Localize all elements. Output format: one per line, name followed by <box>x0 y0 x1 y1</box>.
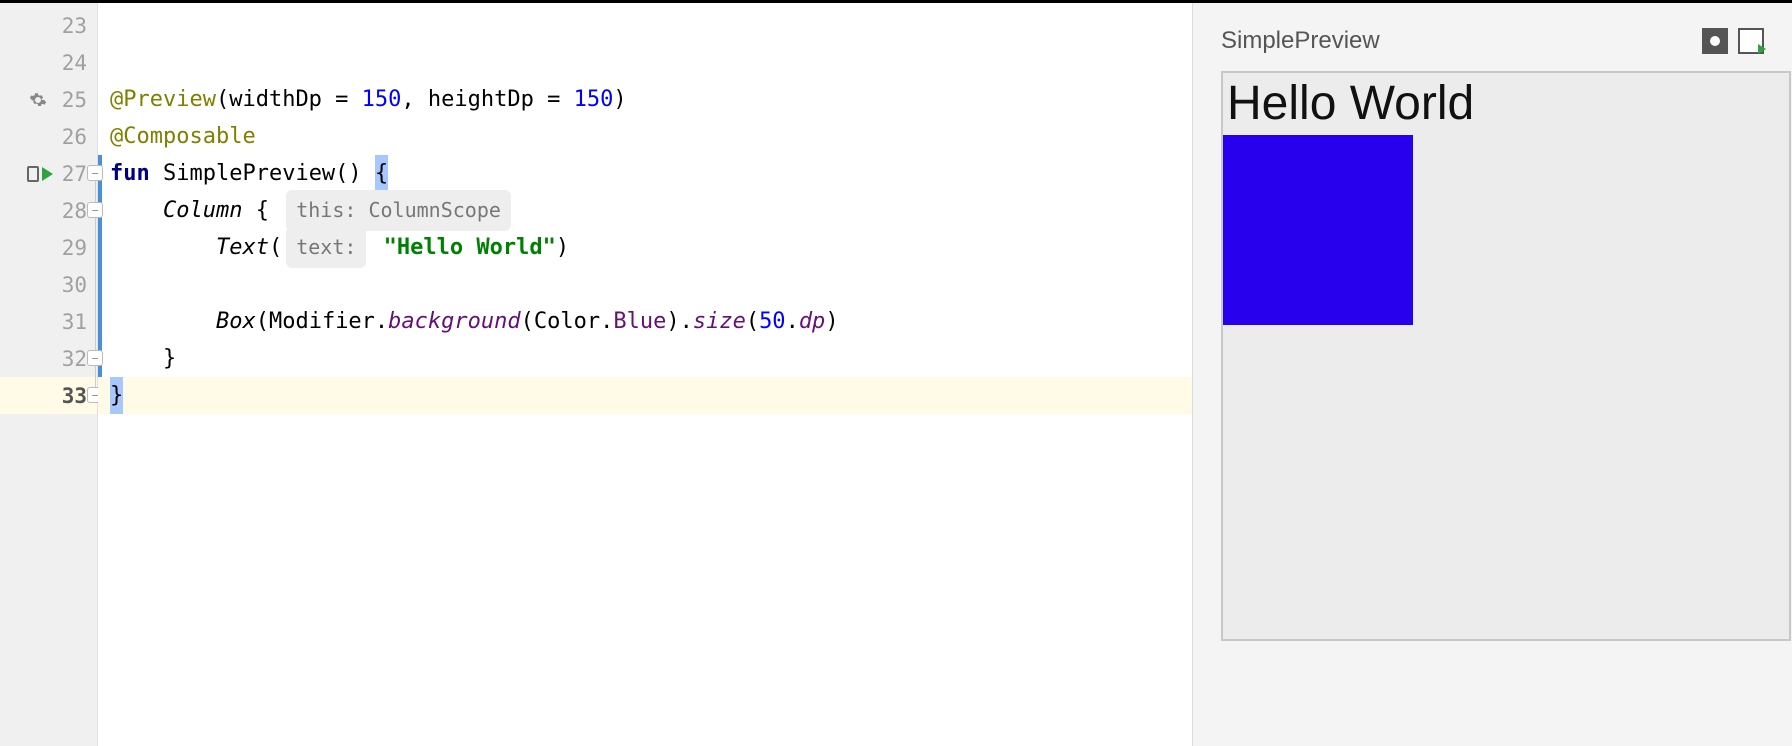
line-number: 23 <box>51 14 87 38</box>
matched-brace: { <box>375 155 388 192</box>
inlay-hint: this: ColumnScope <box>286 190 511 231</box>
editor-gutter: 23 24 25 26 27 28 29 30 31 32 33 <box>0 3 98 746</box>
line-number: 30 <box>51 273 87 297</box>
code-line[interactable]: fun SimplePreview() { <box>98 155 1192 192</box>
compose-preview-panel: SimplePreview Hello World <box>1192 3 1792 746</box>
code-line[interactable]: Box(Modifier.background(Color.Blue).size… <box>98 303 1192 340</box>
line-number: 28 <box>51 199 87 223</box>
code-editor[interactable]: 23 24 25 26 27 28 29 30 31 32 33 − − − −… <box>0 3 1192 746</box>
code-line[interactable]: Text(text: "Hello World") <box>98 229 1192 266</box>
interactive-preview-icon[interactable] <box>1702 28 1728 54</box>
code-line[interactable] <box>98 7 1192 44</box>
line-number: 32 <box>51 347 87 371</box>
code-line[interactable]: @Preview(widthDp = 150, heightDp = 150) <box>98 81 1192 118</box>
code-line[interactable]: Column { this: ColumnScope <box>98 192 1192 229</box>
preview-header: SimplePreview <box>1221 21 1764 61</box>
line-number: 29 <box>51 236 87 260</box>
line-number: 31 <box>51 310 87 334</box>
code-line[interactable] <box>98 44 1192 81</box>
preview-toolbar <box>1702 28 1764 54</box>
inlay-hint: text: <box>286 227 366 268</box>
code-line[interactable] <box>98 266 1192 303</box>
preview-title: SimplePreview <box>1221 27 1380 55</box>
code-line-current[interactable]: } <box>98 377 1192 414</box>
preview-text-hello: Hello World <box>1223 73 1789 135</box>
line-number: 24 <box>51 51 87 75</box>
deploy-preview-icon[interactable] <box>1738 28 1764 54</box>
code-line[interactable]: @Composable <box>98 118 1192 155</box>
annotation: @Preview <box>110 81 216 118</box>
preview-blue-box <box>1223 135 1413 325</box>
code-line[interactable]: } <box>98 340 1192 377</box>
annotation: @Composable <box>110 118 256 155</box>
preview-canvas[interactable]: Hello World <box>1221 71 1791 641</box>
code-area[interactable]: @Preview(widthDp = 150, heightDp = 150) … <box>98 3 1192 746</box>
line-number: 27 <box>51 162 87 186</box>
matched-brace: } <box>110 377 123 414</box>
run-arrow-icon[interactable] <box>42 167 53 181</box>
gear-icon[interactable] <box>29 91 47 109</box>
line-number: 26 <box>51 125 87 149</box>
line-number: 25 <box>51 88 87 112</box>
run-gutter-icon[interactable] <box>27 166 39 182</box>
line-number-current: 33 <box>51 384 87 408</box>
